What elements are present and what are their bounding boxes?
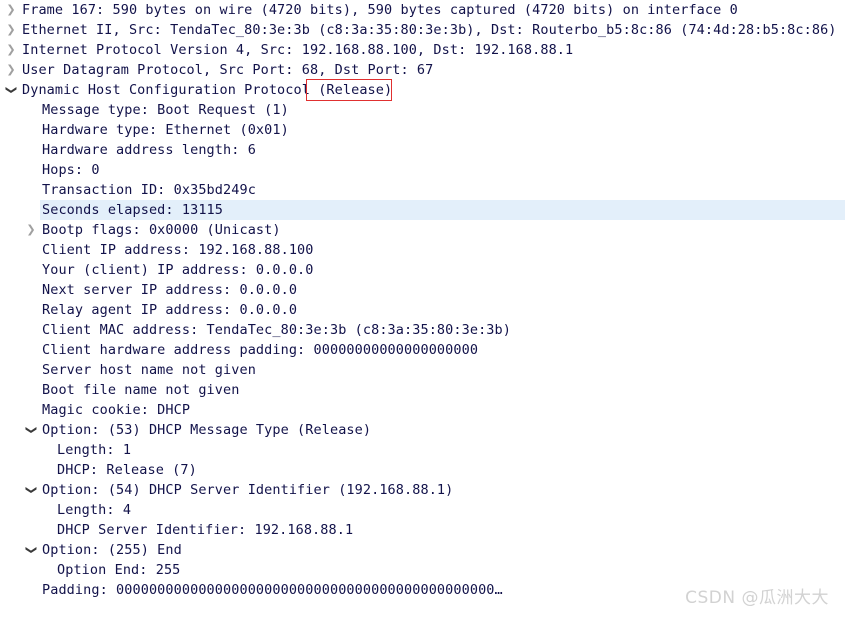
your-client-ip-address-row[interactable]: Your (client) IP address: 0.0.0.0	[0, 260, 845, 280]
packet-details-tree[interactable]: ❯ Frame 167: 590 bytes on wire (4720 bits…	[0, 0, 845, 600]
row-label: Client IP address: 192.168.88.100	[42, 242, 314, 258]
row-label: Length: 1	[57, 442, 132, 458]
magic-cookie-row[interactable]: Magic cookie: DHCP	[0, 400, 845, 420]
chevron-down-icon[interactable]: ❯	[1, 83, 21, 97]
chevron-right-icon[interactable]: ❯	[4, 40, 18, 60]
ipv4-row[interactable]: ❯ Internet Protocol Version 4, Src: 192.1…	[0, 40, 845, 60]
row-label: Relay agent IP address: 0.0.0.0	[42, 302, 298, 318]
row-label: Hardware type: Ethernet (0x01)	[42, 122, 289, 138]
row-label: Option: (53) DHCP Message Type (Release)	[42, 422, 372, 438]
option-54-length-row[interactable]: Length: 4	[0, 500, 845, 520]
hardware-address-length-row[interactable]: Hardware address length: 6	[0, 140, 845, 160]
row-label: DHCP: Release (7)	[57, 462, 197, 478]
option-53-length-row[interactable]: Length: 1	[0, 440, 845, 460]
chevron-right-icon[interactable]: ❯	[4, 0, 18, 20]
frame-row[interactable]: ❯ Frame 167: 590 bytes on wire (4720 bits…	[0, 0, 845, 20]
ethernet-row[interactable]: ❯ Ethernet II, Src: TendaTec_80:3e:3b (c8…	[0, 20, 845, 40]
chevron-right-icon[interactable]: ❯	[4, 20, 18, 40]
row-label: Hardware address length: 6	[42, 142, 256, 158]
hardware-type-row[interactable]: Hardware type: Ethernet (0x01)	[0, 120, 845, 140]
row-label: Option End: 255	[57, 562, 181, 578]
hops-row[interactable]: Hops: 0	[0, 160, 845, 180]
chevron-down-icon[interactable]: ❯	[21, 423, 41, 437]
chevron-down-icon[interactable]: ❯	[21, 483, 41, 497]
option-255-value-row[interactable]: Option End: 255	[0, 560, 845, 580]
row-label: Option: (255) End	[42, 542, 182, 558]
row-label: Next server IP address: 0.0.0.0	[42, 282, 298, 298]
client-ip-address-row[interactable]: Client IP address: 192.168.88.100	[0, 240, 845, 260]
row-label: Client hardware address padding: 0000000…	[42, 342, 479, 358]
transaction-id-row[interactable]: Transaction ID: 0x35bd249c	[0, 180, 845, 200]
option-53-row[interactable]: ❯ Option: (53) DHCP Message Type (Release…	[0, 420, 845, 440]
udp-row[interactable]: ❯ User Datagram Protocol, Src Port: 68, D…	[0, 60, 845, 80]
row-label: Your (client) IP address: 0.0.0.0	[42, 262, 314, 278]
relay-agent-ip-address-row[interactable]: Relay agent IP address: 0.0.0.0	[0, 300, 845, 320]
option-54-row[interactable]: ❯ Option: (54) DHCP Server Identifier (19…	[0, 480, 845, 500]
chevron-right-icon[interactable]: ❯	[4, 60, 18, 80]
row-label: Internet Protocol Version 4, Src: 192.16…	[22, 42, 574, 58]
row-label: Length: 4	[57, 502, 132, 518]
message-type-row[interactable]: Message type: Boot Request (1)	[0, 100, 845, 120]
row-label: Magic cookie: DHCP	[42, 402, 191, 418]
row-label: User Datagram Protocol, Src Port: 68, Ds…	[22, 62, 434, 78]
boot-file-name-row[interactable]: Boot file name not given	[0, 380, 845, 400]
row-label: Server host name not given	[42, 362, 256, 378]
row-label: Message type: Boot Request (1)	[42, 102, 289, 118]
seconds-elapsed-row[interactable]: Seconds elapsed: 13115	[40, 200, 845, 220]
server-host-name-row[interactable]: Server host name not given	[0, 360, 845, 380]
row-label: Bootp flags: 0x0000 (Unicast)	[42, 222, 281, 238]
next-server-ip-address-row[interactable]: Next server IP address: 0.0.0.0	[0, 280, 845, 300]
row-label: Hops: 0	[42, 162, 100, 178]
row-label: Padding: 0000000000000000000000000000000…	[42, 582, 503, 598]
option-53-value-row[interactable]: DHCP: Release (7)	[0, 460, 845, 480]
watermark: CSDN @瓜洲大大	[685, 588, 829, 608]
option-54-value-row[interactable]: DHCP Server Identifier: 192.168.88.1	[0, 520, 845, 540]
dhcp-row[interactable]: ❯ Dynamic Host Configuration Protocol (Re…	[0, 80, 845, 100]
client-hardware-address-padding-row[interactable]: Client hardware address padding: 0000000…	[0, 340, 845, 360]
row-label: DHCP Server Identifier: 192.168.88.1	[57, 522, 354, 538]
row-label: Boot file name not given	[42, 382, 240, 398]
chevron-down-icon[interactable]: ❯	[21, 543, 41, 557]
row-label: Seconds elapsed: 13115	[42, 202, 224, 218]
row-label: Frame 167: 590 bytes on wire (4720 bits)…	[22, 2, 738, 18]
client-mac-address-row[interactable]: Client MAC address: TendaTec_80:3e:3b (c…	[0, 320, 845, 340]
option-255-row[interactable]: ❯ Option: (255) End	[0, 540, 845, 560]
bootp-flags-row[interactable]: ❯ Bootp flags: 0x0000 (Unicast)	[0, 220, 845, 240]
row-label: Option: (54) DHCP Server Identifier (192…	[42, 482, 454, 498]
row-label: Client MAC address: TendaTec_80:3e:3b (c…	[42, 322, 511, 338]
row-label: Dynamic Host Configuration Protocol (Rel…	[22, 82, 393, 98]
row-label: Ethernet II, Src: TendaTec_80:3e:3b (c8:…	[22, 22, 837, 38]
chevron-right-icon[interactable]: ❯	[24, 220, 38, 240]
row-label: Transaction ID: 0x35bd249c	[42, 182, 256, 198]
